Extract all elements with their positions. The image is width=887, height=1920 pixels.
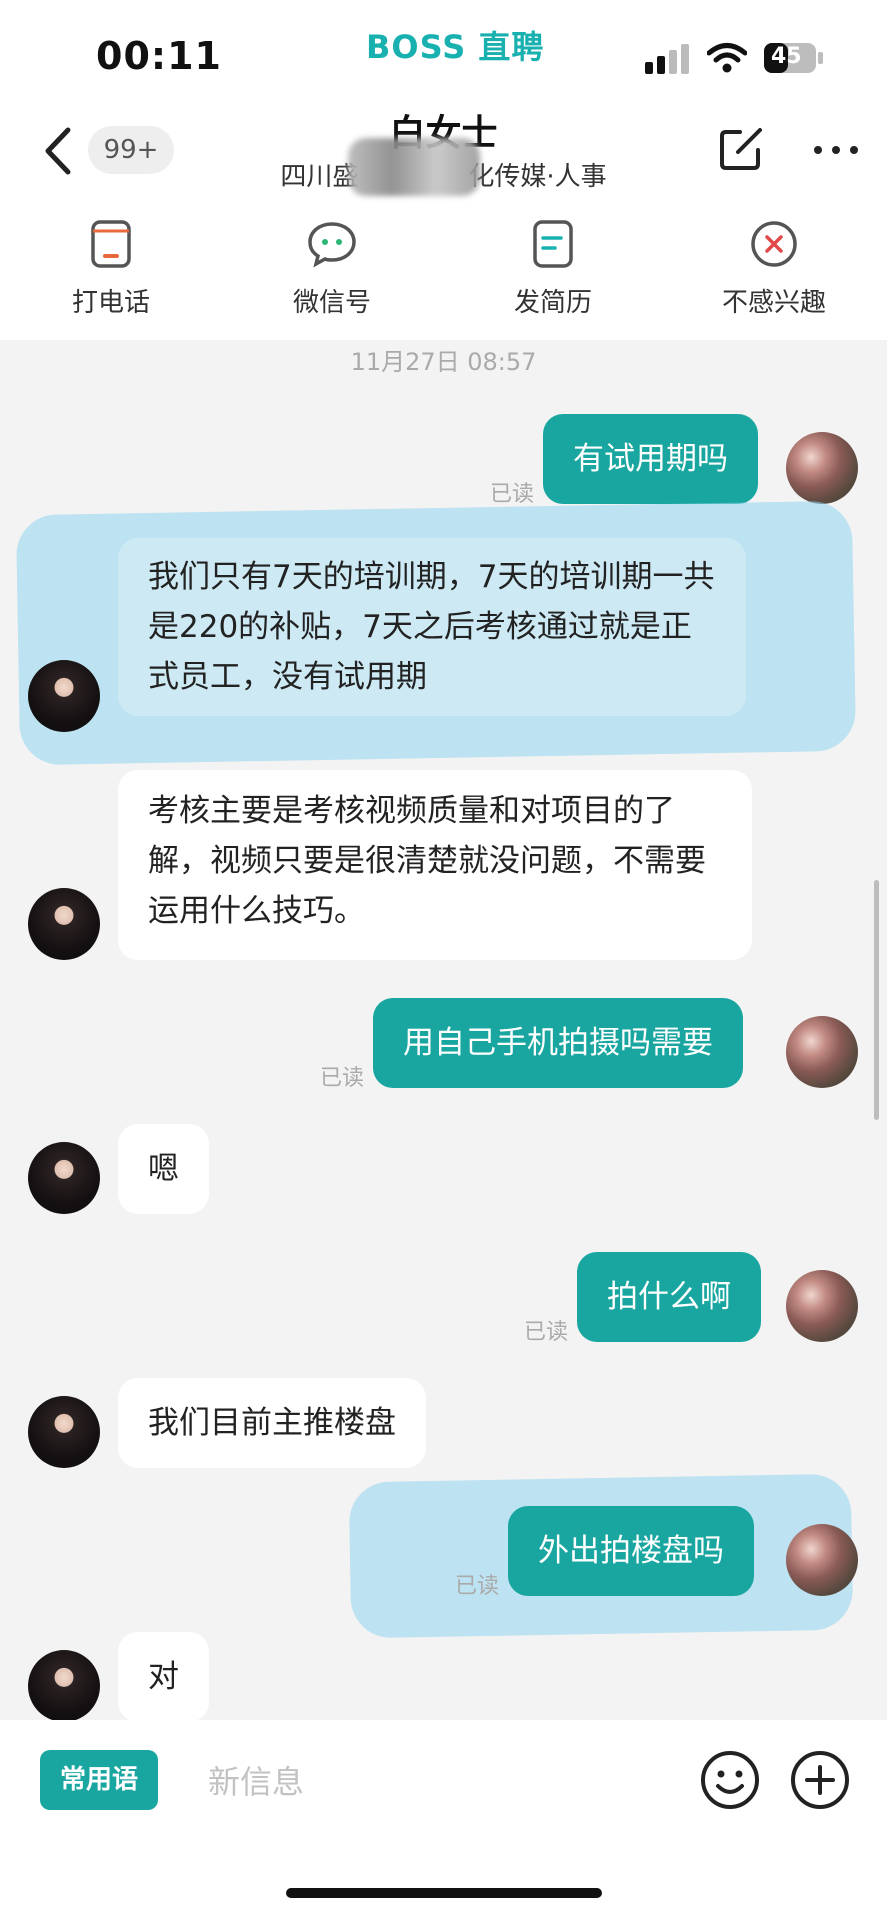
- redaction-blur: [348, 138, 480, 196]
- not-interested-icon: [751, 221, 797, 267]
- edit-icon[interactable]: [718, 126, 764, 172]
- read-receipt: 已读: [524, 1320, 569, 1345]
- call-action[interactable]: 打电话: [11, 218, 211, 319]
- resume-action[interactable]: 发简历: [453, 218, 653, 319]
- outgoing-message[interactable]: 有试用期吗: [543, 414, 758, 504]
- message-timestamp: 11月27日 08:57: [350, 348, 537, 376]
- phone-icon: [91, 220, 131, 268]
- read-receipt: 已读: [320, 1066, 365, 1091]
- emoji-icon[interactable]: [700, 1750, 760, 1810]
- common-phrases-button[interactable]: 常用语: [40, 1750, 158, 1810]
- incoming-message[interactable]: 我们只有7天的培训期，7天的培训期一共是220的补贴，7天之后考核通过就是正式员…: [118, 538, 746, 716]
- my-avatar[interactable]: [786, 1270, 858, 1342]
- my-avatar[interactable]: [786, 432, 858, 504]
- not-interested-action[interactable]: 不感兴趣: [674, 218, 874, 319]
- incoming-message[interactable]: 嗯: [118, 1124, 209, 1214]
- plus-icon[interactable]: [790, 1750, 850, 1810]
- incoming-message[interactable]: 我们目前主推楼盘: [118, 1378, 426, 1468]
- chat-scrollbar[interactable]: [874, 880, 879, 1120]
- incoming-message[interactable]: 考核主要是考核视频质量和对项目的了解，视频只要是很清楚就没问题，不需要运用什么技…: [118, 770, 752, 960]
- outgoing-message[interactable]: 拍什么啊: [577, 1252, 761, 1342]
- quick-actions: 打电话 微信号 发简历 不感兴趣: [0, 218, 887, 328]
- company-left: 四川盛: [280, 162, 359, 192]
- chat-screen: 00:11 BOSS 直聘 45 99+ 白女士 四川盛 化传媒·人事 打电话 …: [0, 0, 887, 1920]
- battery-icon: 45: [763, 42, 825, 74]
- contact-avatar[interactable]: [28, 660, 100, 732]
- contact-avatar[interactable]: [28, 1142, 100, 1214]
- brand-logo: BOSS 直聘: [366, 28, 545, 66]
- read-receipt: 已读: [490, 482, 535, 507]
- status-time: 00:11: [96, 34, 222, 78]
- message-input[interactable]: [206, 1754, 650, 1810]
- action-label: 不感兴趣: [721, 288, 826, 318]
- outgoing-message[interactable]: 外出拍楼盘吗: [508, 1506, 754, 1596]
- header: 00:11 BOSS 直聘 45 99+ 白女士 四川盛 化传媒·人事 打电话 …: [0, 0, 887, 340]
- wechat-action[interactable]: 微信号: [232, 218, 432, 319]
- wifi-icon: [707, 43, 747, 73]
- action-label: 微信号: [292, 288, 371, 318]
- battery-level: 45: [771, 44, 802, 69]
- read-receipt: 已读: [455, 1574, 500, 1599]
- contact-avatar[interactable]: [28, 1650, 100, 1722]
- more-icon[interactable]: [812, 138, 860, 162]
- company-right: 化传媒·人事: [468, 162, 607, 192]
- my-avatar[interactable]: [786, 1524, 858, 1596]
- contact-avatar[interactable]: [28, 1396, 100, 1468]
- resume-icon: [533, 220, 573, 268]
- wechat-icon: [308, 222, 356, 268]
- my-avatar[interactable]: [786, 1016, 858, 1088]
- cellular-signal-icon: [645, 44, 689, 74]
- incoming-message[interactable]: 对: [118, 1632, 209, 1722]
- outgoing-message[interactable]: 用自己手机拍摄吗需要: [373, 998, 743, 1088]
- home-indicator: [286, 1888, 602, 1898]
- input-bar: 常用语: [0, 1720, 887, 1920]
- action-label: 打电话: [71, 288, 150, 318]
- action-label: 发简历: [513, 288, 592, 318]
- contact-avatar[interactable]: [28, 888, 100, 960]
